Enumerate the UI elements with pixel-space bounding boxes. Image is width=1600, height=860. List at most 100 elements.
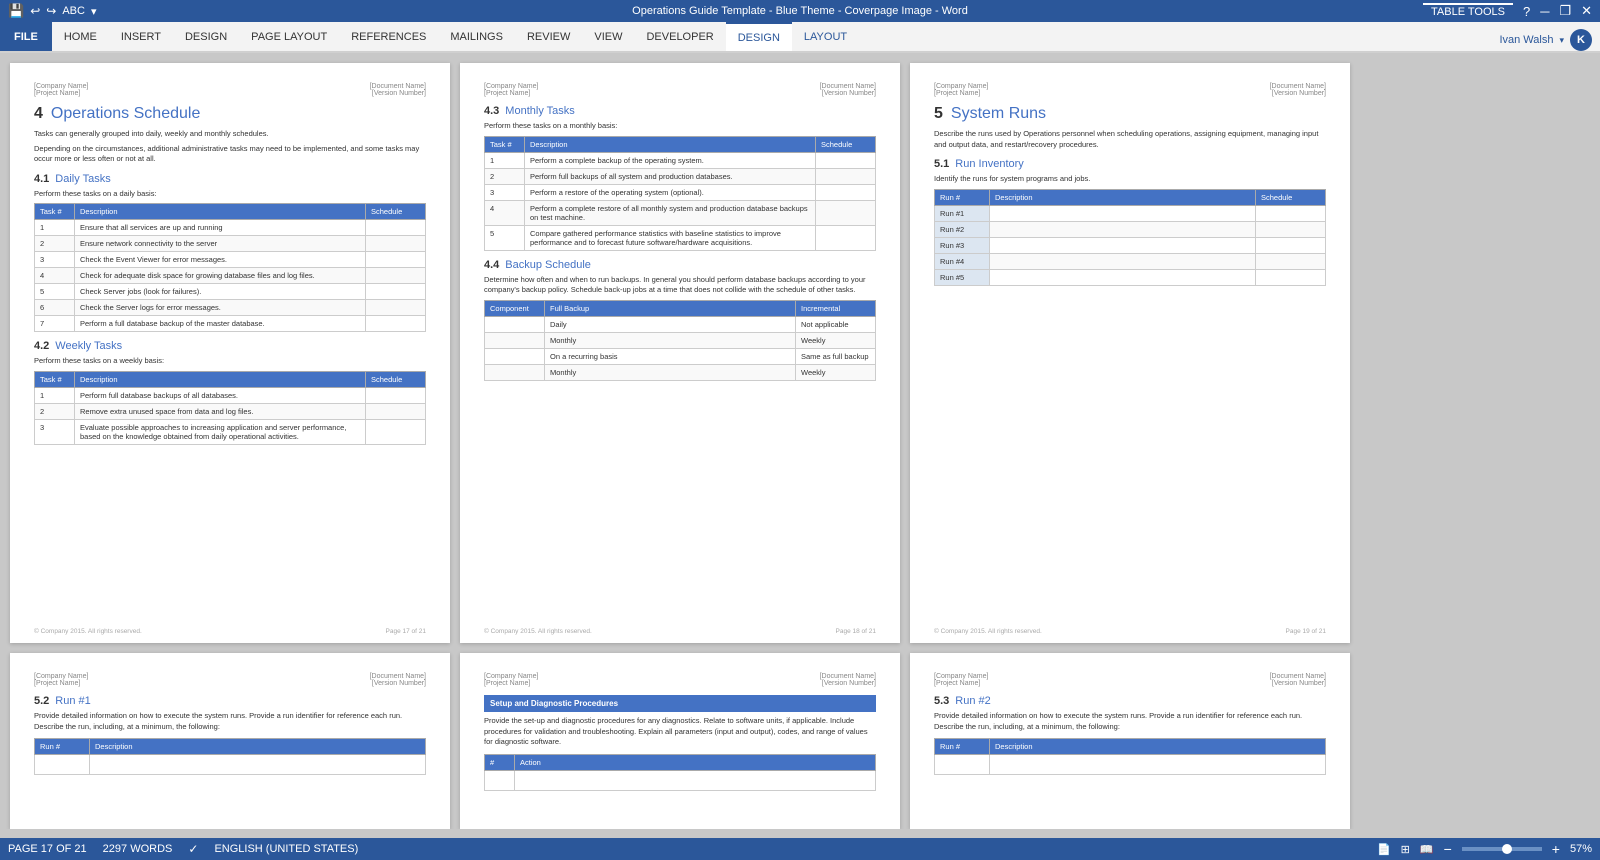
company-name-6: [Company Name] — [934, 673, 988, 680]
section-53-intro: Provide detailed information on how to e… — [934, 711, 1326, 732]
page-5-header: [Company Name] [Project Name] [Document … — [484, 673, 876, 687]
section-5-heading: 5 System Runs — [934, 105, 1326, 123]
page-3-footer: © Company 2015. All rights reserved. Pag… — [934, 628, 1326, 635]
page-1-footer: © Company 2015. All rights reserved. Pag… — [34, 628, 426, 635]
section-42-heading: 4.2 Weekly Tasks — [34, 340, 426, 352]
view-web-icon[interactable]: ⊞ — [1401, 843, 1410, 856]
daily-tasks-table: Task # Description Schedule 1Ensure that… — [34, 203, 426, 332]
tab-layout[interactable]: LAYOUT — [792, 22, 859, 51]
ribbon: FILE HOME INSERT DESIGN PAGE LAYOUT REFE… — [0, 22, 1600, 53]
status-bar: PAGE 17 OF 21 2297 WORDS ✓ ENGLISH (UNIT… — [0, 838, 1600, 860]
version-2: [Version Number] — [820, 90, 876, 97]
tab-view[interactable]: VIEW — [582, 22, 634, 51]
table-row: 1Perform a complete backup of the operat… — [485, 152, 876, 168]
tab-design[interactable]: DESIGN — [173, 22, 239, 51]
tab-page-layout[interactable]: PAGE LAYOUT — [239, 22, 339, 51]
table-row — [35, 755, 426, 775]
table-row: Run #5 — [935, 269, 1326, 285]
page-row-1: [Company Name] [Project Name] [Document … — [10, 63, 1590, 643]
table-row: 4Check for adequate disk space for growi… — [35, 268, 426, 284]
page-2-header: [Company Name] [Project Name] [Document … — [484, 83, 876, 97]
undo-icon[interactable]: ↩ — [30, 4, 40, 18]
diagnostic-header: Setup and Diagnostic Procedures — [484, 695, 876, 712]
table-row: 3Check the Event Viewer for error messag… — [35, 252, 426, 268]
section-51-intro: Identify the runs for system programs an… — [934, 174, 1326, 185]
customize-icon[interactable]: ▾ — [91, 5, 97, 18]
word-count: 2297 WORDS — [103, 843, 173, 855]
user-name[interactable]: Ivan Walsh — [1499, 34, 1553, 46]
page-4-header: [Company Name] [Project Name] [Document … — [34, 673, 426, 687]
view-read-icon[interactable]: 📖 — [1420, 843, 1434, 856]
version-4: [Version Number] — [370, 680, 426, 687]
tab-developer[interactable]: DEVELOPER — [634, 22, 725, 51]
doc-name-1: [Document Name] — [370, 83, 426, 90]
table-row: 4Perform a complete restore of all month… — [485, 200, 876, 225]
version-5: [Version Number] — [820, 680, 876, 687]
backup-schedule-table: Component Full Backup Incremental DailyN… — [484, 300, 876, 381]
footer-page-2: Page 18 of 21 — [836, 628, 876, 635]
page-1-header: [Company Name] [Project Name] [Document … — [34, 83, 426, 97]
page-6: [Company Name] [Project Name] [Document … — [910, 653, 1350, 829]
footer-copyright-2: © Company 2015. All rights reserved. — [484, 628, 592, 635]
title-bar: 💾 ↩ ↪ ABC ▾ Operations Guide Template - … — [0, 0, 1600, 22]
redo-icon[interactable]: ↪ — [46, 4, 56, 18]
table-row: Run #2 — [935, 221, 1326, 237]
run-inventory-table: Run # Description Schedule Run #1 Run #2… — [934, 189, 1326, 286]
section-5-number: 5 — [934, 105, 943, 123]
weekly-tasks-table: Task # Description Schedule 1Perform ful… — [34, 371, 426, 445]
version-1: [Version Number] — [370, 90, 426, 97]
tab-mailings[interactable]: MAILINGS — [438, 22, 515, 51]
table-row: 2Perform full backups of all system and … — [485, 168, 876, 184]
page-2-footer: © Company 2015. All rights reserved. Pag… — [484, 628, 876, 635]
user-area: Ivan Walsh ▾ K — [1491, 29, 1600, 51]
close-button[interactable]: ✕ — [1581, 3, 1592, 19]
section-44-heading: 4.4 Backup Schedule — [484, 259, 876, 271]
view-print-icon[interactable]: 📄 — [1377, 843, 1391, 856]
help-button[interactable]: ? — [1523, 4, 1530, 19]
company-name-1: [Company Name] — [34, 83, 88, 90]
col-desc: Description — [75, 371, 366, 387]
language: ENGLISH (UNITED STATES) — [214, 843, 358, 855]
doc-name-4: [Document Name] — [370, 673, 426, 680]
section-41-title: Daily Tasks — [55, 173, 110, 185]
section-44-title: Backup Schedule — [505, 259, 591, 271]
table-row: 1Perform full database backups of all da… — [35, 387, 426, 403]
version-3: [Version Number] — [1270, 90, 1326, 97]
project-name-5: [Project Name] — [484, 680, 538, 687]
ribbon-tabs: FILE HOME INSERT DESIGN PAGE LAYOUT REFE… — [0, 22, 1600, 52]
zoom-out-button[interactable]: − — [1444, 841, 1452, 857]
proofing-icon[interactable]: ✓ — [188, 842, 198, 856]
table-row: 5Compare gathered performance statistics… — [485, 225, 876, 250]
page-5: [Company Name] [Project Name] [Document … — [460, 653, 900, 829]
table-row: Run #4 — [935, 253, 1326, 269]
tab-review[interactable]: REVIEW — [515, 22, 582, 51]
section-53-heading: 5.3 Run #2 — [934, 695, 1326, 707]
tab-home[interactable]: HOME — [52, 22, 109, 51]
tab-file[interactable]: FILE — [0, 22, 52, 51]
save-icon[interactable]: 💾 — [8, 3, 24, 19]
tab-table-design[interactable]: DESIGN — [726, 22, 792, 51]
avatar[interactable]: K — [1570, 29, 1592, 51]
minimize-button[interactable]: ─ — [1540, 4, 1549, 19]
project-name-4: [Project Name] — [34, 680, 88, 687]
tab-references[interactable]: REFERENCES — [339, 22, 438, 51]
table-row: On a recurring basisSame as full backup — [485, 348, 876, 364]
diagnostic-table: # Action — [484, 754, 876, 791]
spellcheck-icon[interactable]: ABC — [62, 5, 85, 17]
window-title: Operations Guide Template - Blue Theme -… — [632, 5, 968, 17]
zoom-in-button[interactable]: + — [1552, 841, 1560, 857]
zoom-slider[interactable] — [1462, 847, 1542, 851]
user-dropdown-icon[interactable]: ▾ — [1559, 35, 1564, 46]
doc-name-6: [Document Name] — [1270, 673, 1326, 680]
section-4-heading: 4 Operations Schedule — [34, 105, 426, 123]
page-row-2: [Company Name] [Project Name] [Document … — [10, 653, 1590, 829]
tab-insert[interactable]: INSERT — [109, 22, 173, 51]
monthly-tasks-table: Task # Description Schedule 1Perform a c… — [484, 136, 876, 251]
section-43-intro: Perform these tasks on a monthly basis: — [484, 121, 876, 132]
run1-table: Run # Description — [34, 738, 426, 775]
restore-button[interactable]: ❐ — [1559, 3, 1571, 19]
footer-page-3: Page 19 of 21 — [1286, 628, 1326, 635]
page-3-header: [Company Name] [Project Name] [Document … — [934, 83, 1326, 97]
doc-name-5: [Document Name] — [820, 673, 876, 680]
col-sched: Schedule — [366, 371, 426, 387]
